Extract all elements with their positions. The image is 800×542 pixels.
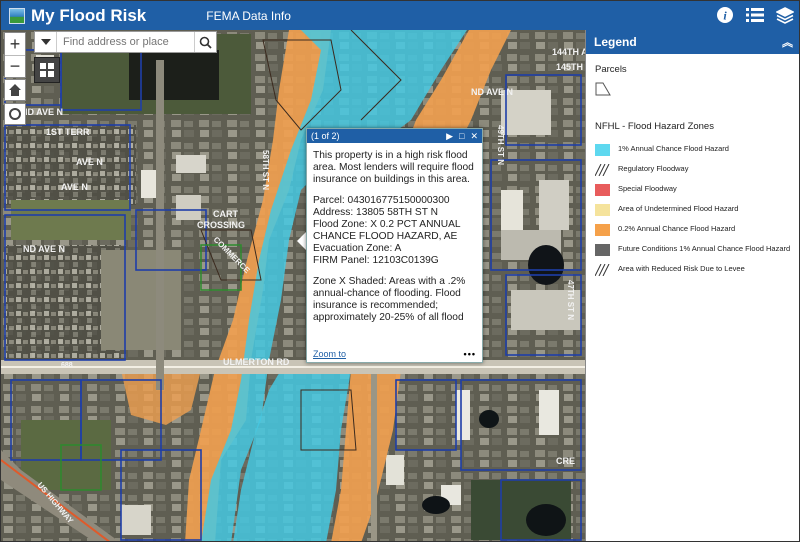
- caret-down-icon: [40, 39, 51, 45]
- header-tools: i: [715, 5, 795, 25]
- popup-header: (1 of 2) ▶ □ ✕: [307, 129, 482, 143]
- legend-item: Special Floodway: [595, 184, 792, 196]
- zoom-to-link[interactable]: Zoom to: [313, 349, 346, 359]
- popup-flood-zone: Flood Zone: X 0.2 PCT ANNUAL CHANCE FLOO…: [313, 219, 461, 242]
- map-label-cart: CART: [213, 209, 238, 219]
- map-label-crossing: CROSSING: [197, 220, 245, 230]
- map-view[interactable]: ULMERTON RD 144TH A 145TH ND AVE N ND AV…: [1, 30, 585, 541]
- swatch-special-floodway: [595, 184, 610, 196]
- popup-summary: This property is in a high risk flood ar…: [313, 150, 474, 185]
- legend-title: Legend: [594, 35, 637, 49]
- swatch-undetermined: [595, 204, 610, 216]
- popup-counter: (1 of 2): [311, 131, 340, 141]
- collapse-chevron-icon[interactable]: ︽: [782, 34, 793, 50]
- feature-popup: (1 of 2) ▶ □ ✕ This property is in a hig…: [306, 128, 483, 363]
- close-icon[interactable]: ✕: [470, 131, 478, 142]
- legend-item-label: Special Floodway: [618, 184, 677, 193]
- app-title: My Flood Risk: [31, 5, 147, 25]
- map-label-terrace: 1ST TERR: [46, 127, 90, 137]
- list-icon[interactable]: [745, 5, 765, 25]
- search-input[interactable]: [57, 32, 194, 52]
- maximize-icon[interactable]: □: [459, 131, 464, 142]
- legend-item-label: Regulatory Floodway: [618, 164, 689, 173]
- locate-button[interactable]: [4, 103, 26, 125]
- map-label-144th: 144TH A: [552, 47, 585, 57]
- swatch-future-conditions: [595, 244, 610, 256]
- map-label-route: 688: [61, 362, 73, 369]
- legend-nfhl-title: NFHL - Flood Hazard Zones: [595, 121, 714, 132]
- legend-item: Area with Reduced Risk Due to Levee: [595, 264, 792, 276]
- legend-item: 1% Annual Chance Flood Hazard: [595, 144, 792, 156]
- popup-zone-description: Zone X Shaded: Areas with a .2% annual-c…: [313, 276, 466, 323]
- popup-parcel: Parcel: 043016775150000300: [313, 195, 450, 206]
- grid-icon: [40, 63, 54, 77]
- next-feature-icon[interactable]: ▶: [446, 131, 453, 142]
- legend-body: Parcels NFHL - Flood Hazard Zones 1% Ann…: [586, 54, 799, 294]
- map-label-47th-st: 47TH ST N: [566, 280, 575, 320]
- app-logo-icon: [9, 7, 25, 24]
- map-label-ulmerton: ULMERTON RD: [223, 357, 290, 367]
- swatch-regulatory-floodway: [595, 164, 610, 176]
- popup-content: This property is in a high risk flood ar…: [307, 143, 482, 347]
- legend-header: Legend ︽: [586, 30, 799, 54]
- map-label-nd-ave: ND AVE N: [21, 107, 63, 117]
- legend-item: Future Conditions 1% Annual Chance Flood…: [595, 244, 792, 256]
- map-label-cre: CRE: [556, 456, 575, 466]
- map-label-49th-st: 49TH ST N: [496, 125, 505, 165]
- search-widget: [34, 31, 217, 53]
- search-icon: [199, 36, 212, 49]
- parcel-swatch-icon: [595, 82, 611, 96]
- legend-item: Regulatory Floodway: [595, 164, 792, 176]
- home-button[interactable]: [4, 79, 26, 101]
- swatch-0-2pct: [595, 224, 610, 236]
- map-label-nd-ave-3: ND AVE N: [23, 244, 65, 254]
- legend-item-label: Area with Reduced Risk Due to Levee: [618, 264, 745, 273]
- popup-pointer: [297, 232, 306, 250]
- map-label-ave: AVE N: [76, 157, 103, 167]
- popup-evac-zone: Evacuation Zone: A: [313, 243, 402, 254]
- map-canvas: ULMERTON RD 144TH A 145TH ND AVE N ND AV…: [1, 30, 585, 541]
- legend-item: Area of Undetermined Flood Hazard: [595, 204, 792, 216]
- more-actions-button[interactable]: •••: [464, 349, 476, 359]
- swatch-levee: [595, 264, 610, 276]
- home-icon: [9, 84, 21, 96]
- zoom-out-button[interactable]: −: [5, 55, 25, 77]
- map-label-58th-st: 58TH ST N: [261, 150, 270, 190]
- legend-item-label: Area of Undetermined Flood Hazard: [618, 204, 739, 213]
- legend-parcels-title: Parcels: [595, 64, 627, 75]
- legend-item-label: 1% Annual Chance Flood Hazard: [618, 144, 729, 153]
- basemap-gallery-button[interactable]: [34, 57, 60, 83]
- legend-item-label: 0.2% Annual Chance Flood Hazard: [618, 224, 736, 233]
- locate-icon: [9, 108, 21, 120]
- app-header: My Flood Risk FEMA Data Info i: [1, 1, 799, 30]
- popup-footer: Zoom to •••: [307, 346, 482, 362]
- fema-data-info-link[interactable]: FEMA Data Info: [206, 9, 291, 23]
- popup-address: Address: 13805 58TH ST N: [313, 207, 438, 218]
- app-window: My Flood Risk FEMA Data Info i ULMERTON …: [0, 0, 800, 542]
- info-icon[interactable]: i: [715, 5, 735, 25]
- map-label-145th: 145TH: [556, 62, 583, 72]
- search-source-dropdown[interactable]: [35, 32, 57, 52]
- search-button[interactable]: [194, 32, 216, 52]
- layers-icon[interactable]: [775, 5, 795, 25]
- map-label-ave-2: AVE N: [61, 182, 88, 192]
- legend-item: 0.2% Annual Chance Flood Hazard: [595, 224, 792, 236]
- zoom-control: + −: [4, 32, 26, 78]
- legend-panel: Legend ︽ Parcels NFHL - Flood Hazard Zon…: [585, 30, 799, 541]
- swatch-1pct: [595, 144, 610, 156]
- legend-item-label: Future Conditions 1% Annual Chance Flood…: [618, 244, 791, 253]
- zoom-in-button[interactable]: +: [5, 33, 25, 55]
- map-label-nd-ave-2: ND AVE N: [471, 87, 513, 97]
- popup-firm-panel: FIRM Panel: 12103C0139G: [313, 255, 439, 266]
